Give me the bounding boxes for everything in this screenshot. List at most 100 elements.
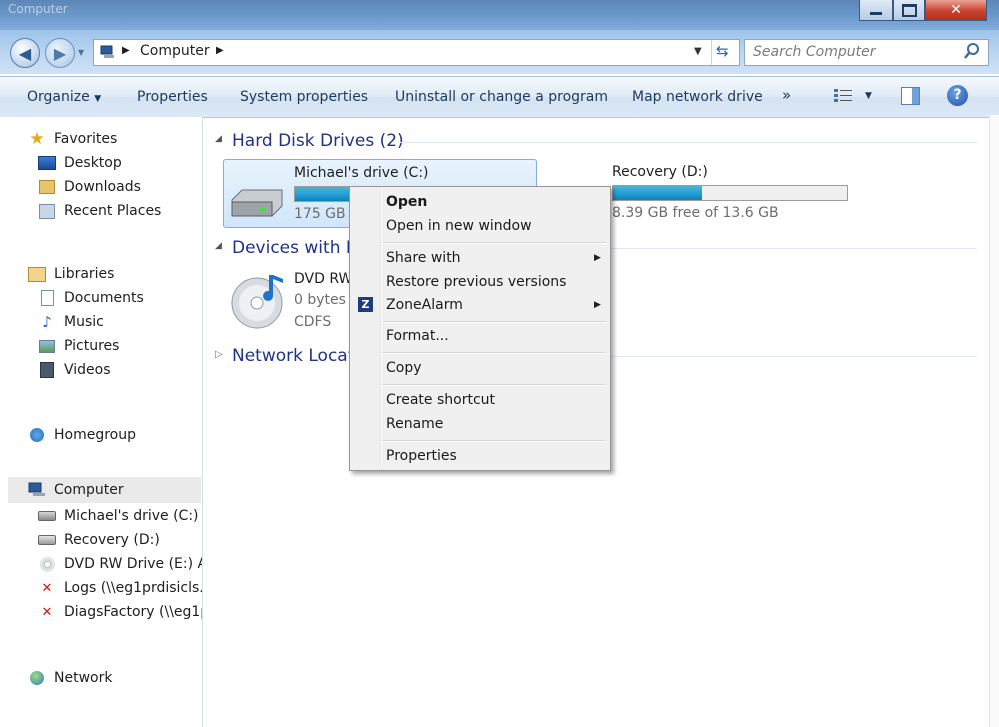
nav-computer-label: Computer xyxy=(54,482,124,498)
forward-button[interactable]: ▶ xyxy=(45,38,75,68)
nav-item-favorites[interactable]: ★ Favorites xyxy=(28,127,200,151)
minimize-icon xyxy=(870,11,882,15)
nav-item-videos[interactable]: Videos xyxy=(38,358,200,382)
nav-documents-label: Documents xyxy=(64,290,144,306)
hdd-group-title[interactable]: Hard Disk Drives (2) xyxy=(232,131,404,151)
nav-item-desktop[interactable]: Desktop xyxy=(38,151,200,175)
nav-libraries-label: Libraries xyxy=(54,266,115,282)
more-commands-button[interactable]: » xyxy=(782,86,791,104)
nav-item-logs-share[interactable]: ✕ Logs (\\eg1prdisicls.c xyxy=(38,576,202,600)
menu-gutter xyxy=(380,189,382,467)
close-button[interactable]: ✕ xyxy=(925,0,987,21)
preview-pane-icon[interactable] xyxy=(901,87,920,105)
address-history-icon[interactable]: ▼ xyxy=(694,46,702,57)
homegroup-icon xyxy=(28,427,46,443)
address-bar[interactable]: ▶ Computer ▶ ▼ ⇆ xyxy=(93,39,740,66)
downloads-folder-icon xyxy=(38,179,56,195)
change-view-icon[interactable] xyxy=(833,87,855,109)
expand-group-icon[interactable]: ▷ xyxy=(215,349,223,360)
nav-diagsfactory-share-label: DiagsFactory (\\eg1p xyxy=(64,604,202,620)
help-icon[interactable]: ? xyxy=(947,85,968,106)
nav-libraries-group: Libraries Documents ♪ Music Pictures Vid… xyxy=(28,262,200,382)
context-menu: Open Open in new window Share with ▶ Res… xyxy=(349,186,611,471)
nav-homegroup-label: Homegroup xyxy=(54,427,137,443)
nav-favorites-label: Favorites xyxy=(54,131,118,147)
disconnected-network-drive-icon: ✕ xyxy=(41,604,53,620)
menu-item-restore-previous-versions[interactable]: Restore previous versions xyxy=(386,274,566,290)
computer-icon xyxy=(28,482,46,498)
nav-item-recent-places[interactable]: Recent Places xyxy=(38,199,200,223)
nav-item-libraries[interactable]: Libraries xyxy=(28,262,200,286)
breadcrumb-arrow-icon[interactable]: ▶ xyxy=(216,45,224,56)
collapse-group-icon[interactable]: ◢ xyxy=(215,134,222,144)
nav-item-computer[interactable]: Computer xyxy=(28,478,200,502)
videos-icon xyxy=(38,362,56,378)
view-options-dropdown-icon[interactable]: ▼ xyxy=(865,91,872,101)
drive-d-usage-fill xyxy=(613,186,702,200)
breadcrumb-computer[interactable]: Computer xyxy=(140,43,210,59)
search-input[interactable]: Search Computer xyxy=(753,44,875,60)
command-bar: Organize ▼ Properties System properties … xyxy=(0,76,999,118)
menu-item-create-shortcut[interactable]: Create shortcut xyxy=(386,392,495,408)
search-box[interactable]: Search Computer xyxy=(744,39,989,66)
drive-d-icon xyxy=(38,532,56,548)
drive-d-free-space: 8.39 GB free of 13.6 GB xyxy=(612,205,779,221)
forward-arrow-icon: ▶ xyxy=(53,43,67,63)
menu-item-share-with[interactable]: Share with xyxy=(386,250,461,266)
search-icon[interactable] xyxy=(963,42,981,64)
recent-pages-dropdown[interactable]: ▼ xyxy=(78,48,84,57)
documents-icon xyxy=(38,290,56,306)
menu-separator xyxy=(382,440,606,442)
nav-music-label: Music xyxy=(64,314,104,330)
menu-item-rename[interactable]: Rename xyxy=(386,416,443,432)
uninstall-program-button[interactable]: Uninstall or change a program xyxy=(395,89,608,105)
menu-item-properties[interactable]: Properties xyxy=(386,448,457,464)
drive-d-name: Recovery (D:) xyxy=(612,164,708,180)
recent-places-icon xyxy=(38,203,56,219)
properties-button[interactable]: Properties xyxy=(137,89,208,105)
dvd-disc-icon xyxy=(229,269,287,333)
maximize-button[interactable] xyxy=(893,0,925,21)
star-icon: ★ xyxy=(29,129,45,149)
menu-item-copy[interactable]: Copy xyxy=(386,360,422,376)
organize-button[interactable]: Organize ▼ xyxy=(27,89,101,105)
nav-item-diagsfactory-share[interactable]: ✕ DiagsFactory (\\eg1p xyxy=(38,600,202,624)
computer-icon xyxy=(100,44,116,64)
removable-group-title[interactable]: Devices with Re xyxy=(232,238,367,258)
menu-item-zonealarm[interactable]: ZoneAlarm xyxy=(386,297,463,313)
nav-recent-places-label: Recent Places xyxy=(64,203,162,219)
nav-downloads-label: Downloads xyxy=(64,179,141,195)
nav-item-d-drive[interactable]: Recovery (D:) xyxy=(38,528,202,552)
menu-separator xyxy=(382,242,606,244)
menu-item-open[interactable]: Open xyxy=(386,194,427,210)
network-group-title[interactable]: Network Locati xyxy=(232,346,359,366)
system-properties-button[interactable]: System properties xyxy=(240,89,368,105)
nav-item-downloads[interactable]: Downloads xyxy=(38,175,200,199)
nav-item-network[interactable]: Network xyxy=(28,666,200,690)
collapse-group-icon[interactable]: ◢ xyxy=(215,241,222,251)
nav-item-dvd-drive[interactable]: DVD RW Drive (E:) A xyxy=(38,552,202,576)
nav-dvd-drive-label: DVD RW Drive (E:) A xyxy=(64,556,202,572)
window-title: Computer xyxy=(8,2,68,16)
nav-item-documents[interactable]: Documents xyxy=(38,286,200,310)
nav-item-homegroup[interactable]: Homegroup xyxy=(28,423,200,447)
navigation-pane: ★ Favorites Desktop Downloads Recent Pla… xyxy=(0,117,203,727)
nav-item-music[interactable]: ♪ Music xyxy=(38,310,200,334)
minimize-button[interactable] xyxy=(859,0,893,21)
menu-item-format[interactable]: Format... xyxy=(386,328,449,344)
breadcrumb-arrow-icon[interactable]: ▶ xyxy=(122,45,130,56)
scrollbar-edge[interactable] xyxy=(989,115,999,727)
map-network-drive-button[interactable]: Map network drive xyxy=(632,89,763,105)
nav-network-label: Network xyxy=(54,670,113,686)
dvd-free-space: 0 bytes f xyxy=(294,292,356,308)
maximize-icon xyxy=(901,3,917,17)
menu-separator xyxy=(382,352,606,354)
back-button[interactable]: ◀ xyxy=(10,38,40,68)
submenu-arrow-icon: ▶ xyxy=(594,300,601,310)
back-arrow-icon: ◀ xyxy=(18,43,32,63)
nav-item-c-drive[interactable]: Michael's drive (C:) xyxy=(38,504,202,528)
menu-item-open-new-window[interactable]: Open in new window xyxy=(386,218,532,234)
refresh-icon[interactable]: ⇆ xyxy=(716,42,729,60)
nav-item-pictures[interactable]: Pictures xyxy=(38,334,200,358)
pictures-icon xyxy=(38,338,56,354)
